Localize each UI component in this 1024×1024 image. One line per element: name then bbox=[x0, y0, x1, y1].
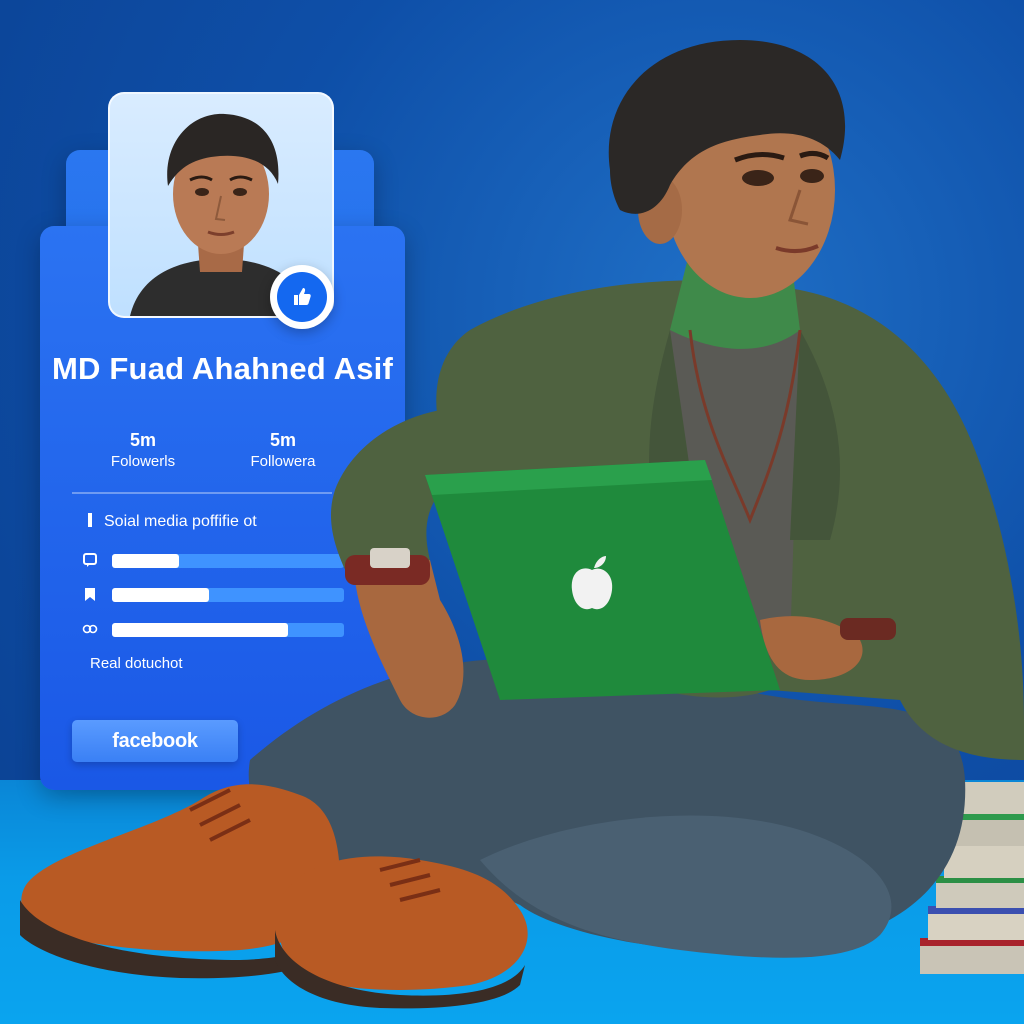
illustration-scene: MD Fuad Ahahned Asif 5m Folowerls 5m Fol… bbox=[0, 0, 1024, 1024]
person-illustration bbox=[20, 40, 1024, 1009]
